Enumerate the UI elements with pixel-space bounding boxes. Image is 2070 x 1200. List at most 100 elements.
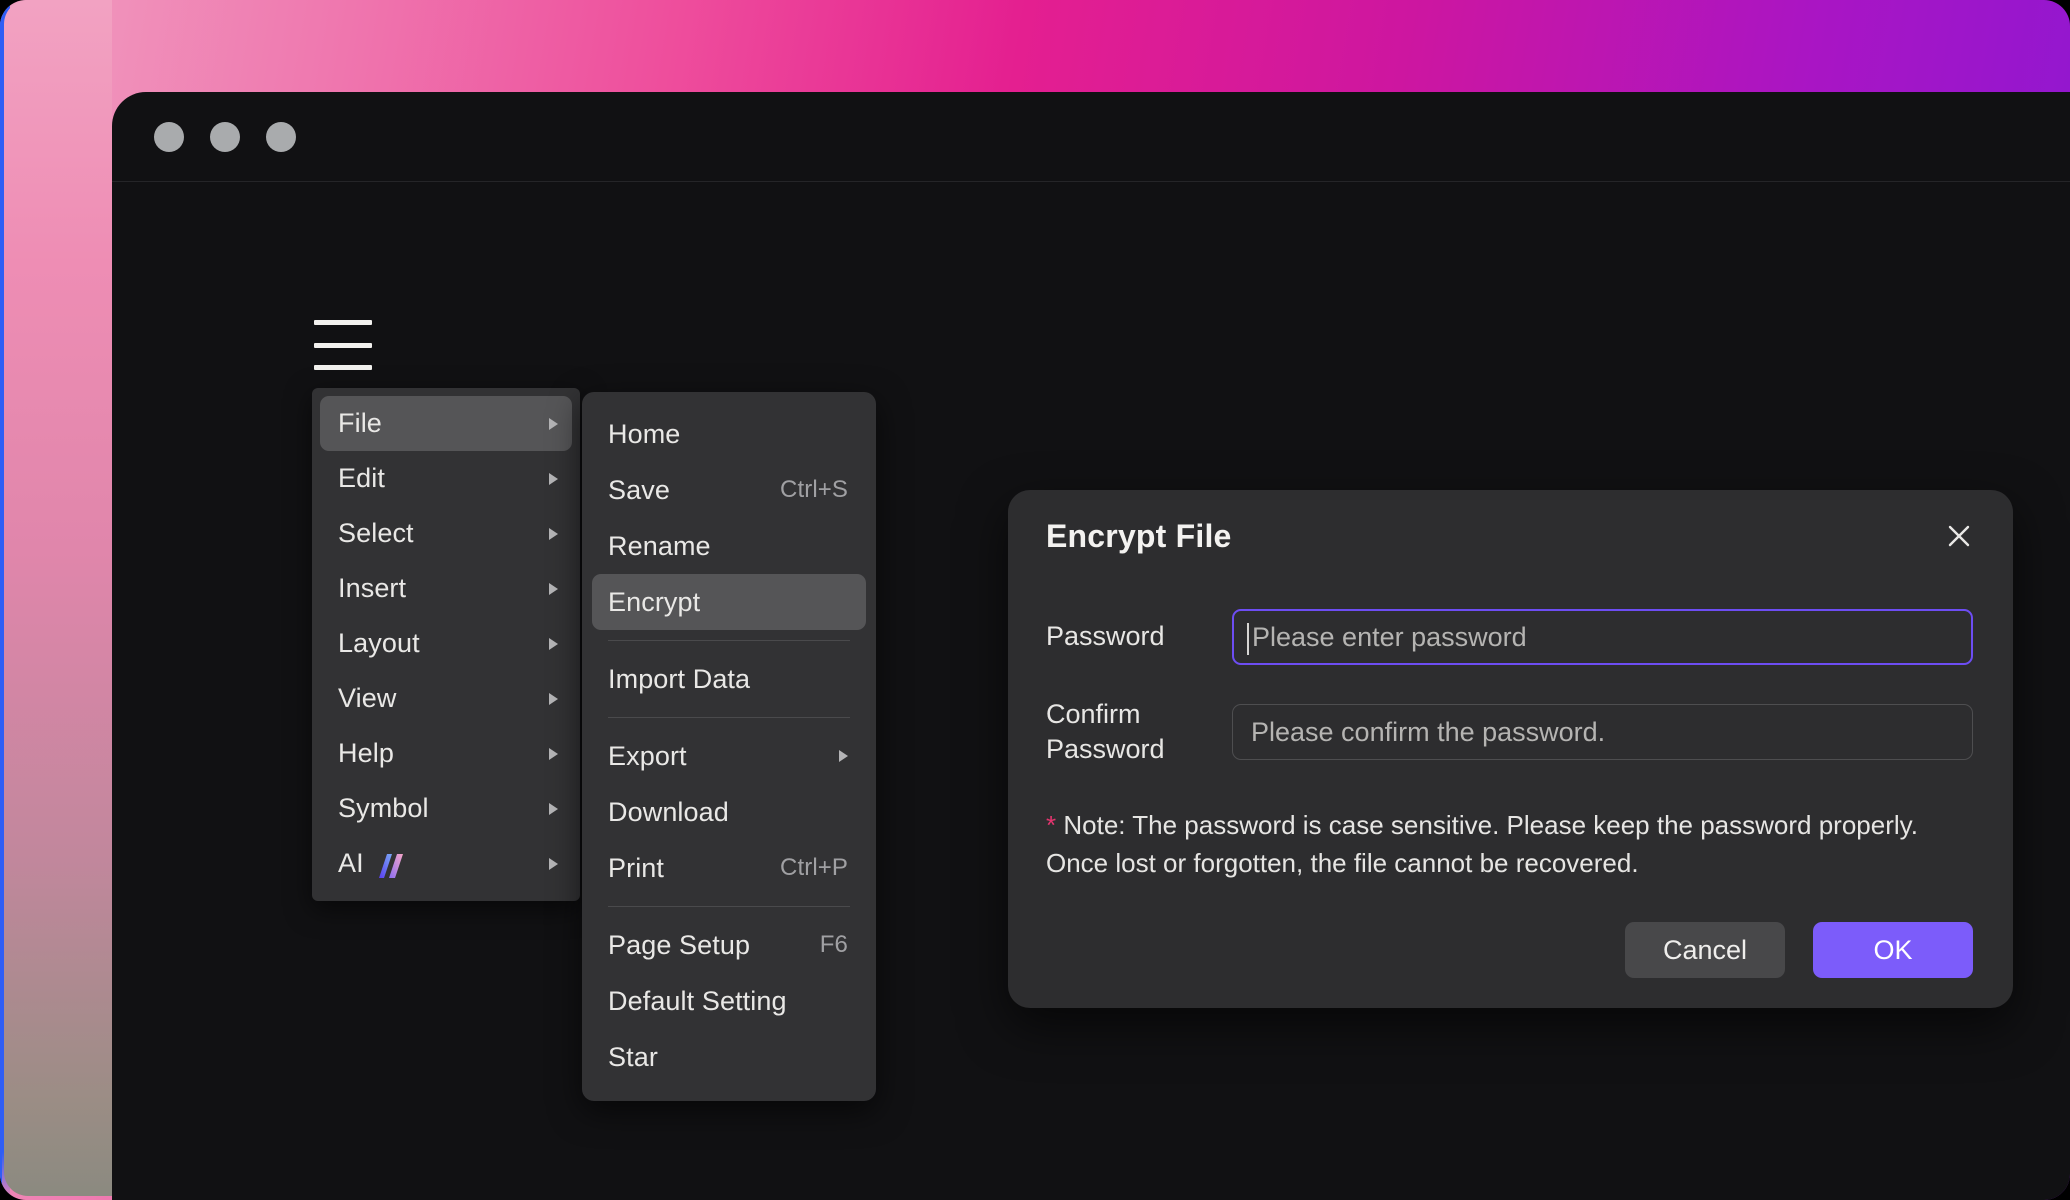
menu-item-label: Download xyxy=(608,797,848,828)
submenu-item-download[interactable]: Download xyxy=(592,784,866,840)
menu-item-text: Help xyxy=(338,738,394,768)
menu-item-label: Home xyxy=(608,419,848,450)
confirm-label-line2: Password xyxy=(1046,734,1165,765)
chevron-right-icon xyxy=(549,582,558,595)
menu-item-select[interactable]: Select xyxy=(320,506,572,561)
menu-item-label: Print xyxy=(608,853,780,884)
menu-item-help[interactable]: Help xyxy=(320,726,572,781)
hamburger-bar-2 xyxy=(314,342,372,348)
menu-item-label: Star xyxy=(608,1042,848,1073)
ok-button[interactable]: OK xyxy=(1813,922,1973,978)
submenu-item-rename[interactable]: Rename xyxy=(592,518,866,574)
menu-item-label: Page Setup xyxy=(608,930,820,961)
menu-item-label: Edit xyxy=(338,463,539,494)
confirm-password-input[interactable]: Please confirm the password. xyxy=(1232,704,1973,761)
menu-item-label: Symbol xyxy=(338,793,539,824)
submenu-item-import-data[interactable]: Import Data xyxy=(592,651,866,707)
password-placeholder: Please enter password xyxy=(1252,621,1527,652)
text-caret xyxy=(1247,623,1249,655)
menu-item-text: Rename xyxy=(608,530,711,561)
submenu-item-home[interactable]: Home xyxy=(592,406,866,462)
dialog-action-bar: Cancel OK xyxy=(1625,922,1973,978)
menu-item-shortcut: F6 xyxy=(819,931,848,958)
main-menu-panel: File Edit Select Insert Layout View Help Symbol… xyxy=(312,388,580,901)
menu-item-text: Star xyxy=(608,1041,658,1072)
menu-item-label: Insert xyxy=(338,573,539,604)
submenu-item-encrypt[interactable]: Encrypt xyxy=(592,574,866,630)
confirm-password-field-row: Confirm Password Please confirm the pass… xyxy=(1046,697,1973,767)
menu-item-insert[interactable]: Insert xyxy=(320,561,572,616)
submenu-item-star[interactable]: Star xyxy=(592,1029,866,1085)
chevron-right-icon xyxy=(839,750,848,762)
menu-item-text: Default Setting xyxy=(608,985,787,1016)
menu-item-text: Download xyxy=(608,796,729,827)
chevron-right-icon xyxy=(549,417,558,430)
hamburger-menu-icon[interactable] xyxy=(314,320,372,370)
confirm-password-label: Confirm Password xyxy=(1046,697,1232,767)
menu-item-text: Save xyxy=(608,474,670,505)
menu-item-label: Import Data xyxy=(608,664,848,695)
dialog-title: Encrypt File xyxy=(1046,518,1232,554)
menu-item-label: Help xyxy=(338,738,539,769)
menu-item-shortcut: Ctrl+S xyxy=(780,476,848,503)
cancel-button[interactable]: Cancel xyxy=(1625,922,1785,978)
menu-item-label: Select xyxy=(338,518,539,549)
maximize-dot[interactable] xyxy=(266,121,296,152)
menu-item-view[interactable]: View xyxy=(320,671,572,726)
chevron-right-icon xyxy=(549,692,558,705)
menu-item-text: Import Data xyxy=(608,663,751,694)
menu-item-label: Default Setting xyxy=(608,986,848,1017)
chevron-right-icon xyxy=(549,637,558,650)
confirm-password-placeholder: Please confirm the password. xyxy=(1251,716,1606,747)
close-icon[interactable] xyxy=(1939,516,1979,556)
confirm-label-line1: Confirm xyxy=(1046,699,1141,729)
menu-item-text: View xyxy=(338,683,397,713)
menu-item-symbol[interactable]: Symbol xyxy=(320,781,572,836)
menu-item-label: Export xyxy=(608,741,829,772)
file-submenu-panel: Home Save Ctrl+S Rename Encrypt Import Data Ex… xyxy=(582,392,876,1101)
menu-item-text: Export xyxy=(608,740,687,771)
menu-item-label: Layout xyxy=(338,628,539,659)
submenu-item-page-setup[interactable]: Page Setup F6 xyxy=(592,917,866,973)
menu-item-shortcut: Ctrl+P xyxy=(780,854,848,881)
close-dot[interactable] xyxy=(154,121,184,152)
hamburger-bar-1 xyxy=(314,320,372,325)
submenu-item-default-setting[interactable]: Default Setting xyxy=(592,973,866,1029)
menu-item-text: Insert xyxy=(338,573,407,603)
menu-item-text: Symbol xyxy=(338,793,429,823)
menu-item-label: View xyxy=(338,683,539,714)
menu-item-file[interactable]: File xyxy=(320,396,572,451)
chevron-right-icon xyxy=(549,802,558,815)
menu-item-text: Page Setup xyxy=(608,929,751,960)
menu-item-label: AI xyxy=(338,848,539,879)
note-asterisk: * xyxy=(1046,810,1057,841)
desktop-backdrop: File Edit Select Insert Layout View Help Symbol… xyxy=(0,0,2070,1200)
minimize-dot[interactable] xyxy=(210,121,240,152)
menu-item-text: Select xyxy=(338,518,414,548)
menu-item-text: Layout xyxy=(338,628,420,658)
menu-separator xyxy=(608,717,850,718)
menu-item-layout[interactable]: Layout xyxy=(320,616,572,671)
menu-item-label: File xyxy=(338,408,539,439)
chevron-right-icon xyxy=(549,747,558,760)
ai-sparkle-icon xyxy=(376,852,406,880)
encrypt-file-dialog: Encrypt File Password Please enter passw… xyxy=(1008,490,2013,1008)
menu-item-edit[interactable]: Edit xyxy=(320,451,572,506)
submenu-item-save[interactable]: Save Ctrl+S xyxy=(592,462,866,518)
submenu-item-print[interactable]: Print Ctrl+P xyxy=(592,840,866,896)
menu-item-text: Print xyxy=(608,852,665,883)
menu-item-ai[interactable]: AI xyxy=(320,836,572,891)
submenu-item-export[interactable]: Export xyxy=(592,728,866,784)
application-window: File Edit Select Insert Layout View Help Symbol… xyxy=(112,92,2070,1200)
chevron-right-icon xyxy=(549,472,558,485)
menu-item-text: File xyxy=(338,408,382,438)
menu-item-text: Edit xyxy=(338,463,385,493)
menu-item-label: Save xyxy=(608,475,780,506)
menu-item-label: Rename xyxy=(608,531,848,562)
chevron-right-icon xyxy=(549,857,558,870)
chevron-right-icon xyxy=(549,527,558,540)
menu-item-text: Encrypt xyxy=(608,586,701,617)
password-input[interactable]: Please enter password xyxy=(1232,609,1973,665)
menu-separator xyxy=(608,640,850,641)
menu-item-label: Encrypt xyxy=(608,587,848,618)
